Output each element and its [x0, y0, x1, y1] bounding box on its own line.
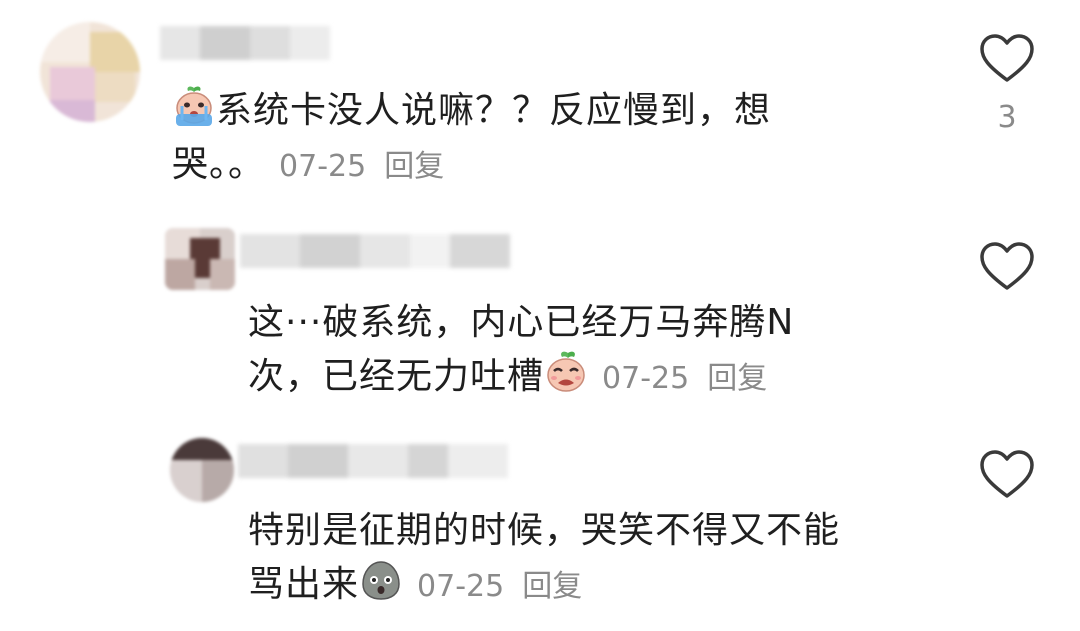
- comment-text-line1: 系统卡没人说嘛？？反应慢到，想: [216, 90, 772, 131]
- comment-item: 这···破系统，内心已经万马奔腾N 次，已经无力吐槽 07-25 回复: [0, 200, 1080, 420]
- reply-button[interactable]: 回复: [707, 361, 767, 396]
- comment-item: 系统卡没人说嘛？？反应慢到，想 哭。。 07-25 回复 3: [0, 0, 1080, 200]
- reply-button[interactable]: 回复: [384, 149, 444, 184]
- comment-text: 特别是征期的时候，哭笑不得又不能 骂出来 07-25 回复: [248, 504, 948, 614]
- crying-sprout-face-icon: [172, 84, 216, 128]
- comment-text: 系统卡没人说嘛？？反应慢到，想 哭。。 07-25 回复: [172, 84, 872, 194]
- comment-date: 07-25: [417, 569, 505, 604]
- gray-shocked-blob-face-icon: [359, 558, 403, 602]
- sobbing-sprout-face-icon: [544, 350, 588, 394]
- comment-text-line1: 特别是征期的时候，哭笑不得又不能: [248, 510, 841, 551]
- username[interactable]: [160, 26, 330, 60]
- comment-text-line1: 这···破系统，内心已经万马奔腾N: [248, 302, 795, 343]
- comment-text-line2: 骂出来: [248, 564, 360, 605]
- avatar[interactable]: [40, 22, 140, 122]
- username[interactable]: [238, 444, 508, 478]
- comment-item: 特别是征期的时候，哭笑不得又不能 骂出来 07-25 回复: [0, 420, 1080, 631]
- comment-date: 07-25: [602, 361, 690, 396]
- comment-text: 这···破系统，内心已经万马奔腾N 次，已经无力吐槽 07-25 回复: [248, 296, 948, 406]
- username[interactable]: [240, 234, 510, 268]
- heart-outline-icon[interactable]: [978, 448, 1036, 502]
- like-count: 3: [997, 100, 1017, 135]
- comment-text-line2: 次，已经无力吐槽: [248, 356, 545, 397]
- comment-text-line2: 哭。。: [172, 144, 266, 185]
- comment-date: 07-25: [279, 149, 367, 184]
- avatar[interactable]: [170, 438, 234, 502]
- avatar[interactable]: [165, 228, 235, 290]
- heart-outline-icon[interactable]: [978, 240, 1036, 294]
- reply-button[interactable]: 回复: [522, 569, 582, 604]
- heart-outline-icon[interactable]: [978, 32, 1036, 86]
